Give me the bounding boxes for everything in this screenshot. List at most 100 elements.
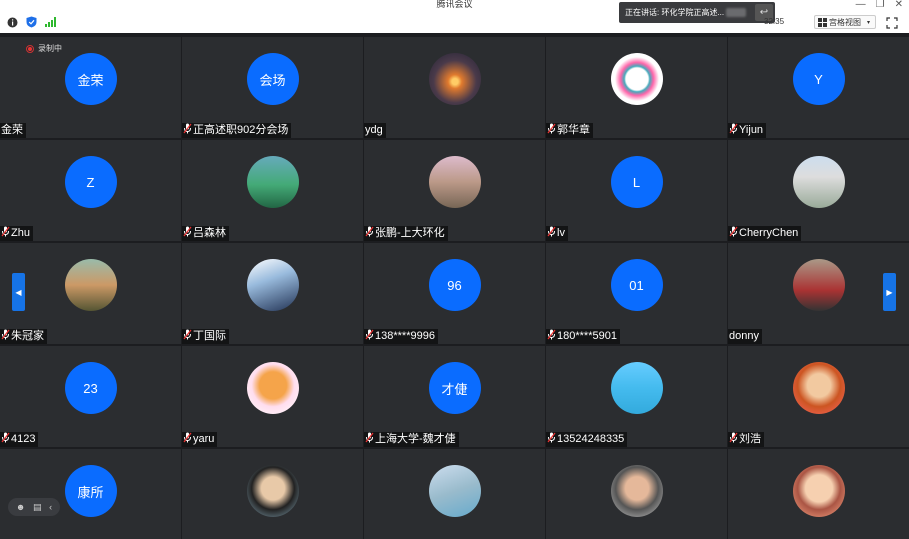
fullscreen-icon[interactable] [886,16,898,29]
participant-tile[interactable]: 才倢上海大学-魏才倢 [364,346,545,447]
avatar-initials: 23 [83,380,98,396]
participant-name: lv [546,226,568,241]
avatar [792,259,845,311]
avatar [610,465,663,517]
participant-name-text: 刘浩 [739,433,761,445]
avatar: 才倢 [428,362,481,414]
mic-muted-icon [547,226,556,242]
avatar-initials: 会场 [259,72,286,88]
participant-name: 13524248335 [546,432,628,447]
participant-tile[interactable]: 朱冠家 [0,243,181,344]
participant-name-text: Yijun [739,124,764,136]
participant-tile[interactable] [728,449,909,539]
mic-muted-icon [1,226,10,242]
participant-tile[interactable]: 刘浩 [728,346,909,447]
participant-name: 朱冠家 [0,329,47,344]
participant-tile[interactable]: yaru [182,346,363,447]
avatar [428,156,481,208]
participant-tile[interactable]: 23 4123 [0,346,181,447]
participant-name-text: 张鹏-上大环化 [375,227,445,239]
participant-tile[interactable]: 会场正高述职902分会场 [182,37,363,138]
participant-name: Yijun [728,123,767,138]
participant-name: 吕森林 [182,226,229,241]
avatar [610,362,663,414]
avatar [610,53,663,105]
participant-tile[interactable] [546,449,727,539]
participant-tile[interactable]: Llv [546,140,727,241]
signal-icon[interactable] [44,16,56,28]
emoji-icon[interactable]: ☻ [16,502,25,512]
participant-tile[interactable]: Z Zhu [0,140,181,241]
participant-name: yaru [182,432,218,448]
participant-tile[interactable]: Y Yijun [728,37,909,138]
mic-muted-icon [1,329,10,345]
mic-muted-icon [183,432,192,448]
avatar: 会场 [246,53,299,105]
participant-name: CherryChen [728,226,802,242]
participant-tile[interactable]: 张鹏-上大环化 [364,140,545,241]
avatar-initials: Z [86,174,95,190]
participant-name: ydg [364,123,386,138]
participant-name: 138****9996 [364,329,438,344]
avatar: L [610,156,663,208]
restore-button[interactable]: ❐ [876,0,885,10]
participant-tile[interactable]: ydg [364,37,545,138]
avatar: 金荣 [64,53,117,105]
avatar-initials: 金荣 [77,72,104,88]
avatar: 康所 [64,465,117,517]
participant-name: 4123 [0,432,39,447]
participant-tile[interactable] [364,449,545,539]
next-page-button[interactable]: ▶ [883,273,896,311]
avatar-initials: 才倢 [441,381,468,397]
participant-name-text: yaru [193,433,215,445]
participant-tile[interactable]: 96 138****9996 [364,243,545,344]
speaker-text: 正在讲话: 环化学院正高述... [625,8,725,17]
participant-name: 正高述职902分会场 [182,123,292,138]
avatar: 96 [428,259,481,311]
collapse-icon[interactable]: ‹ [49,502,52,512]
participant-name: 郭华章 [546,123,593,138]
participant-name-text: Zhu [11,227,30,239]
recording-indicator: 录制中 [26,43,62,54]
participant-name-text: 138****9996 [375,330,435,342]
minimize-button[interactable]: — [856,0,866,10]
mic-muted-icon [365,226,374,242]
mic-muted-icon [547,123,556,139]
participant-tile[interactable]: 康所 [0,449,181,539]
chat-icon[interactable]: ▤ [33,502,42,513]
chevron-down-icon: ▾ [867,19,871,26]
avatar-initials: 96 [447,277,462,293]
avatar: Y [792,53,845,105]
avatar [246,362,299,414]
prev-page-button[interactable]: ◀ [12,273,25,311]
participant-name-text: 180****5901 [557,330,617,342]
participant-tile[interactable] [182,449,363,539]
close-button[interactable]: ✕ [895,0,903,10]
mic-muted-icon [729,226,738,242]
avatar [792,465,845,517]
view-switch-button[interactable]: 宫格视图 ▾ [814,15,876,29]
participant-tile[interactable]: 13524248335 [546,346,727,447]
avatar [428,465,481,517]
avatar [246,465,299,517]
participant-tile[interactable]: 吕森林 [182,140,363,241]
info-icon[interactable] [6,16,18,28]
avatar [64,259,117,311]
participant-name-text: 上海大学-魏才倢 [375,433,456,445]
participant-name: donny [728,329,762,344]
avatar: 01 [610,259,663,311]
mic-muted-icon [547,329,556,345]
participant-tile[interactable]: CherryChen [728,140,909,241]
participant-tile[interactable]: 01 180****5901 [546,243,727,344]
speaker-notice: 正在讲话: 环化学院正高述... ↩ [619,2,775,23]
avatar [246,156,299,208]
participant-name-text: lv [557,227,565,239]
shield-icon[interactable] [25,16,37,28]
avatar-initials: Y [814,71,823,87]
participant-tile[interactable]: donny [728,243,909,344]
participant-tile[interactable]: 郭华章 [546,37,727,138]
blurred-text [726,8,747,17]
participant-name-text: 正高述职902分会场 [193,124,289,136]
participant-name-text: 郭华章 [557,124,590,136]
participant-tile[interactable]: 丁国际 [182,243,363,344]
